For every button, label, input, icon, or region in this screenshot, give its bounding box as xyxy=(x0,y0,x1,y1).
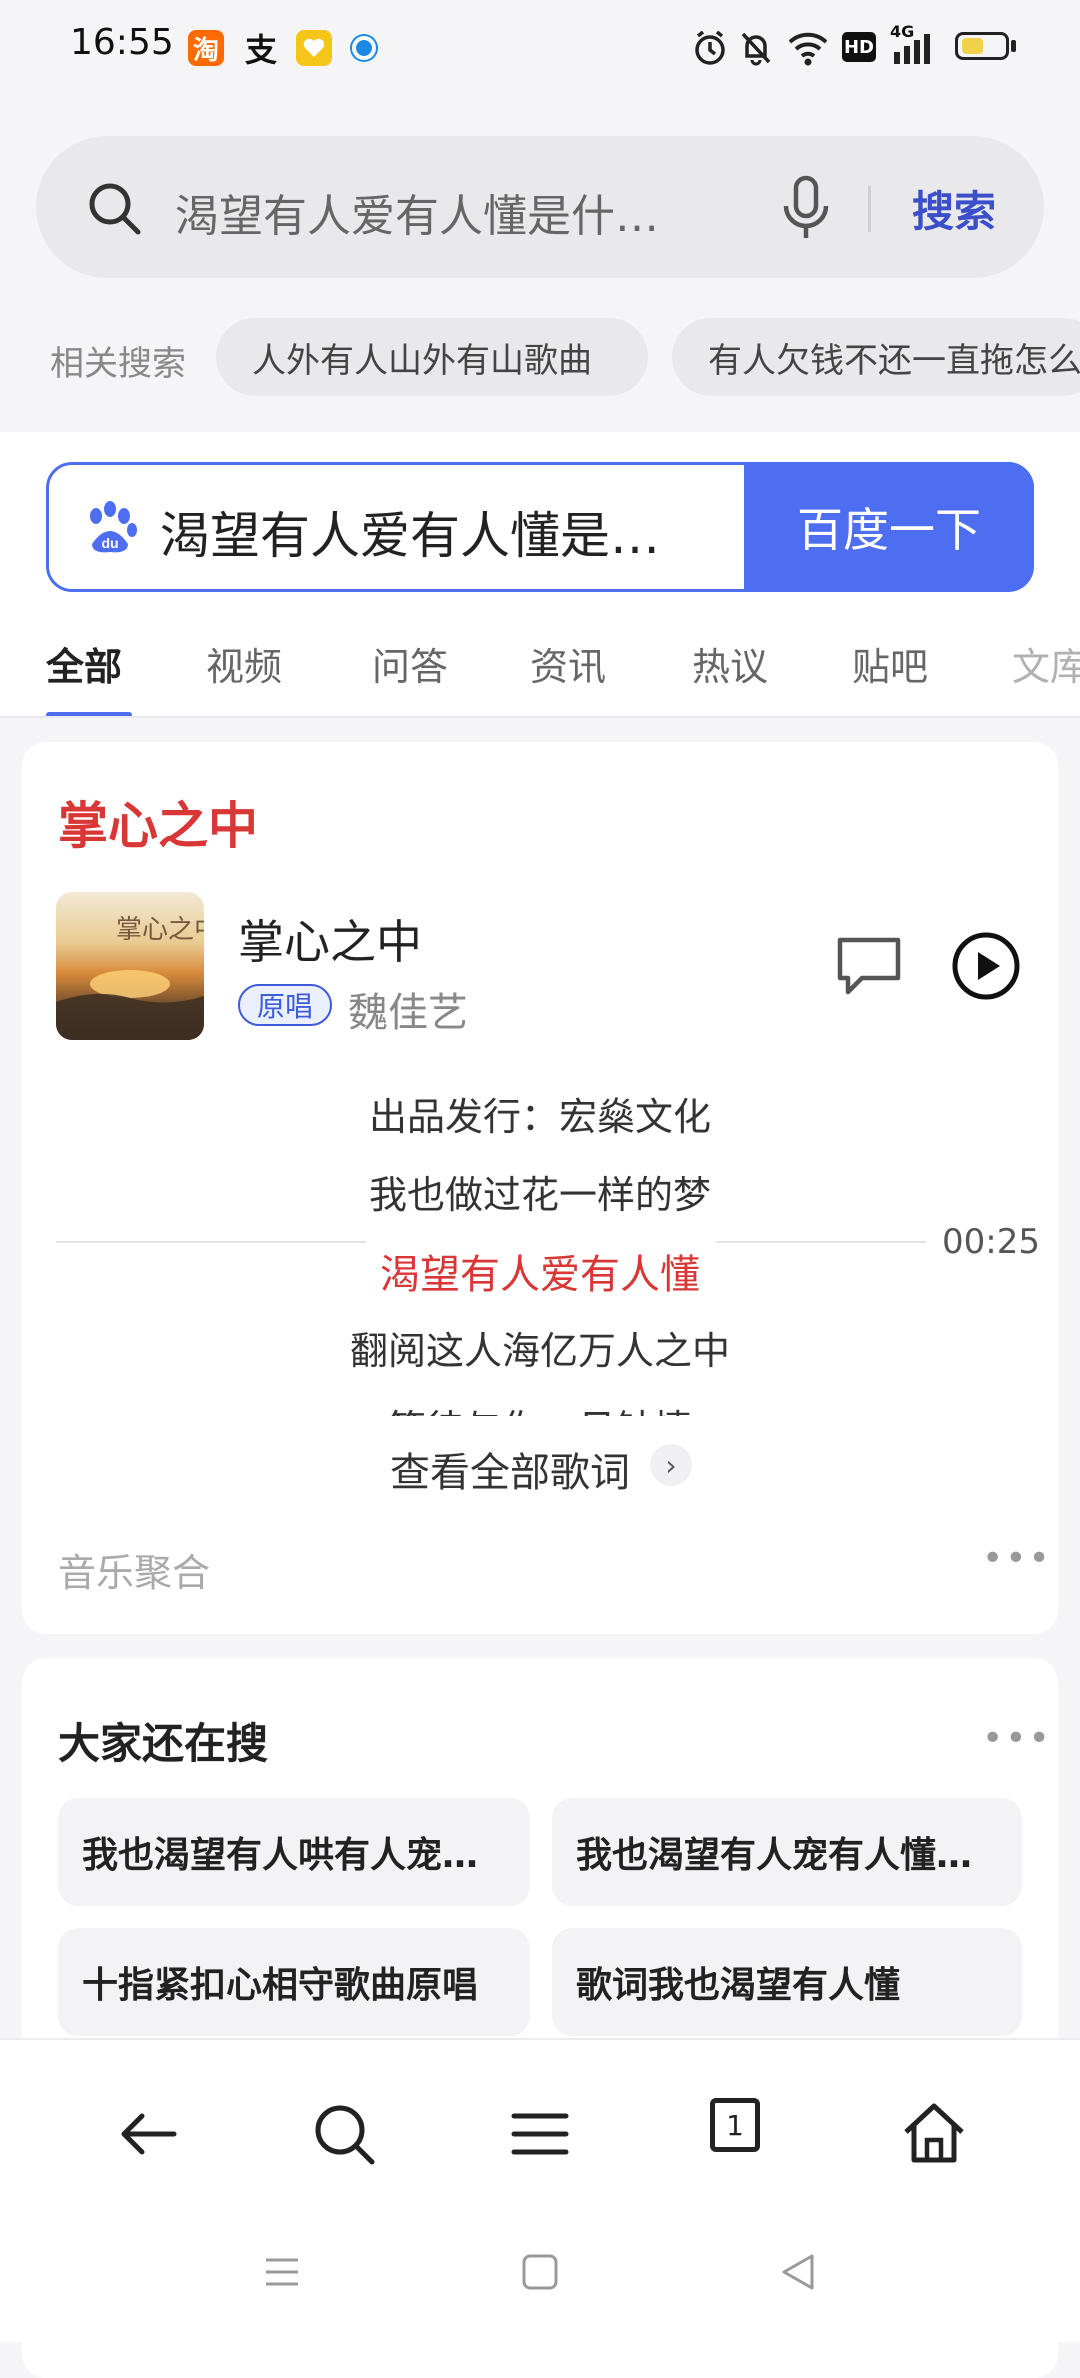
also-searched-item[interactable]: 我也渴望有人宠有人懂… xyxy=(552,1798,1022,1906)
hd-icon: HD xyxy=(842,32,876,62)
lyric-line: 等待与你一见钟情 xyxy=(0,1398,1080,1416)
tab-tieba[interactable]: 贴吧 xyxy=(852,636,928,691)
tab-video[interactable]: 视频 xyxy=(206,636,282,691)
chevron-right-icon[interactable]: › xyxy=(650,1444,692,1486)
related-search-chip[interactable]: 有人欠钱不还一直拖怎么 xyxy=(672,318,1080,396)
also-searched-item[interactable]: 十指紧扣心相守歌曲原唱 xyxy=(58,1928,530,2036)
back-icon[interactable] xyxy=(110,2096,186,2172)
svg-text:du: du xyxy=(101,535,118,551)
tab-qa[interactable]: 问答 xyxy=(372,636,448,691)
lyric-line: 我也做过花一样的梦 xyxy=(368,1173,711,1217)
lyric-progress-line xyxy=(716,1241,926,1243)
baidu-search-input[interactable]: 渴望有人爱有人懂是… xyxy=(160,496,700,568)
singer-name[interactable]: 魏佳艺 xyxy=(348,980,468,1038)
menu-icon[interactable] xyxy=(502,2096,578,2172)
play-icon[interactable] xyxy=(950,930,1022,1002)
baidu-search-button[interactable]: 百度一下 xyxy=(744,462,1034,592)
alipay-icon: 支 xyxy=(244,31,277,69)
view-all-lyrics-button[interactable]: 查看全部歌词 xyxy=(390,1440,630,1498)
also-searched-item-label: 十指紧扣心相守歌曲原唱 xyxy=(82,1965,479,2006)
also-searched-title: 大家还在搜 xyxy=(58,1719,269,1768)
battery-level xyxy=(962,38,983,54)
lyric-line: 翻阅这人海亿万人之中 xyxy=(349,1329,730,1373)
also-searched-item-label: 歌词我也渴望有人懂 xyxy=(576,1965,901,2006)
also-searched-item[interactable]: 歌词我也渴望有人懂 xyxy=(552,1928,1022,2036)
music-source-label[interactable]: 音乐聚合 xyxy=(58,1542,210,1597)
back-button-icon[interactable] xyxy=(778,2252,818,2292)
lyric-progress-line xyxy=(56,1241,366,1243)
dot-icon xyxy=(352,36,376,60)
tab-all[interactable]: 全部 xyxy=(46,636,122,691)
microphone-icon[interactable] xyxy=(776,174,836,242)
related-search-chip-label: 人外有人山外有山歌曲 xyxy=(252,340,592,381)
tab-discussion[interactable]: 热议 xyxy=(692,636,768,691)
home-button-icon[interactable] xyxy=(520,2252,560,2292)
alarm-icon xyxy=(695,30,725,65)
battery-icon xyxy=(955,32,1009,60)
tab-news[interactable]: 资讯 xyxy=(530,636,606,691)
mute-icon xyxy=(741,32,771,66)
original-singer-badge: 原唱 xyxy=(238,984,332,1026)
search-divider xyxy=(868,186,871,232)
lyric-timestamp: 00:25 xyxy=(942,1222,1040,1262)
wifi-icon xyxy=(788,32,828,66)
tab-divider xyxy=(0,716,1080,718)
search-button[interactable]: 搜索 xyxy=(912,178,996,239)
heart-icon xyxy=(296,30,332,66)
search-icon[interactable] xyxy=(306,2096,382,2172)
lyric-line: 出品发行：宏燊文化 xyxy=(368,1095,711,1139)
music-card-title[interactable]: 掌心之中 xyxy=(58,786,258,858)
bottom-nav xyxy=(0,2038,1080,2342)
album-cover[interactable]: 掌心之中 xyxy=(56,892,204,1040)
tab-wenku[interactable]: 文库 xyxy=(1012,636,1080,691)
signal-icon xyxy=(894,34,930,64)
home-icon[interactable] xyxy=(896,2096,972,2172)
svg-text:掌心之中: 掌心之中 xyxy=(116,915,204,945)
song-name[interactable]: 掌心之中 xyxy=(238,906,422,972)
related-search-chip-label: 有人欠钱不还一直拖怎么 xyxy=(708,340,1080,381)
also-searched-item-label: 我也渴望有人哄有人宠… xyxy=(82,1835,479,1876)
recent-apps-icon[interactable] xyxy=(262,2252,302,2292)
more-options-icon[interactable]: ••• xyxy=(982,1538,1052,1579)
tabs-icon[interactable]: 1 xyxy=(710,2098,760,2152)
also-searched-item[interactable]: 我也渴望有人哄有人宠… xyxy=(58,1798,530,1906)
comment-icon[interactable] xyxy=(834,934,904,998)
lyrics-window: 出品发行：宏燊文化 我也做过花一样的梦 渴望有人爱有人懂 翻阅这人海亿万人之中 … xyxy=(0,1060,1080,1416)
also-searched-item-label: 我也渴望有人宠有人懂… xyxy=(576,1835,973,1876)
status-time: 16:55 xyxy=(70,22,174,63)
lyric-line-current: 渴望有人爱有人懂 xyxy=(380,1252,700,1298)
related-search-label: 相关搜索 xyxy=(50,344,186,384)
related-search-chip[interactable]: 人外有人山外有山歌曲 xyxy=(216,318,648,396)
baidu-paw-icon: du xyxy=(90,501,137,553)
search-input[interactable]: 渴望有人爱有人懂是什… xyxy=(175,180,715,244)
battery-tip xyxy=(1011,40,1016,52)
taobao-icon: 淘 xyxy=(188,30,224,66)
search-icon xyxy=(89,183,141,235)
more-options-icon[interactable]: ••• xyxy=(982,1718,1052,1759)
